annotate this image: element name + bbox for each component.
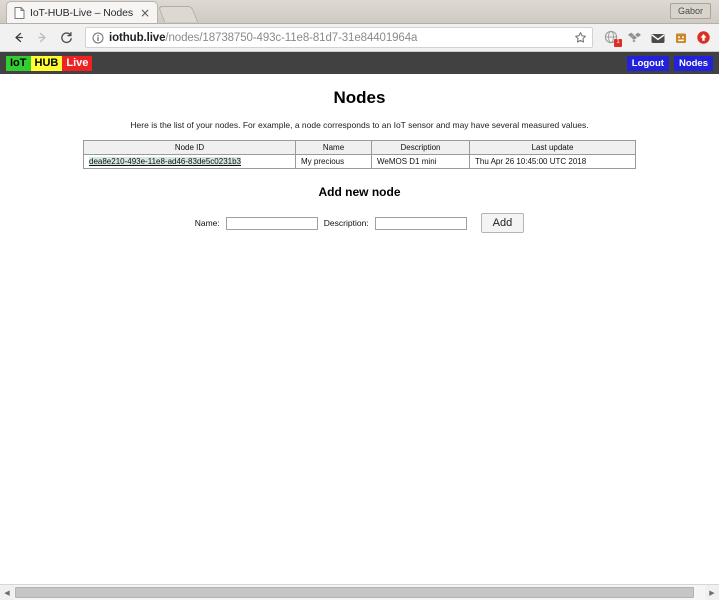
table-header-row: Node ID Name Description Last update (83, 140, 636, 155)
description-input[interactable] (374, 216, 467, 230)
bookmark-star-icon[interactable] (574, 31, 587, 44)
cell-description: WeMOS D1 mini (371, 154, 470, 169)
update-extension-icon[interactable] (695, 29, 712, 46)
url-text: iothub.live/nodes/18738750-493c-11e8-81d… (109, 32, 569, 44)
scrollbar-thumb[interactable] (15, 587, 694, 598)
reload-button[interactable] (55, 27, 77, 49)
page-viewport: IoT HUB Live Logout Nodes Nodes Here is … (0, 52, 719, 584)
back-button[interactable] (7, 27, 29, 49)
logout-link[interactable]: Logout (626, 55, 669, 71)
logo-part-live: Live (62, 55, 93, 71)
description-label: Description: (323, 218, 369, 228)
profile-label: Gabor (677, 6, 703, 16)
column-header-name: Name (295, 140, 372, 155)
mail-extension-icon[interactable] (649, 29, 666, 46)
site-logo[interactable]: IoT HUB Live (6, 55, 93, 71)
logo-part-iot: IoT (6, 55, 31, 71)
address-bar[interactable]: iothub.live/nodes/18738750-493c-11e8-81d… (85, 27, 593, 48)
table-header: Node ID Name Description Last update (83, 140, 636, 155)
column-header-last-update: Last update (469, 140, 636, 155)
page-content: Nodes Here is the list of your nodes. Fo… (0, 88, 719, 233)
add-node-title: Add new node (318, 185, 401, 199)
tab-strip: IoT-HUB-Live – Nodes × Gabor (0, 0, 719, 24)
globe-extension-icon[interactable]: 1 (603, 29, 622, 47)
extension-icons: 1 (599, 29, 712, 47)
column-header-node-id: Node ID (83, 140, 296, 155)
name-label: Name: (194, 218, 220, 228)
table-body: dea8e210-493e-11e8-ad46-83de5c0231b3 My … (83, 154, 636, 169)
dropbox-extension-icon[interactable] (626, 29, 643, 46)
close-icon[interactable]: × (138, 7, 152, 19)
table-row: dea8e210-493e-11e8-ad46-83de5c0231b3 My … (83, 154, 636, 169)
browser-tab[interactable]: IoT-HUB-Live – Nodes × (6, 1, 159, 23)
url-path: /nodes/18738750-493c-11e8-81d7-31e844019… (165, 31, 418, 44)
tab-title: IoT-HUB-Live – Nodes (30, 6, 134, 19)
scrollbar-track[interactable] (14, 585, 705, 600)
url-host: iothub.live (109, 31, 166, 44)
page-description: Here is the list of your nodes. For exam… (130, 120, 589, 130)
cell-last-update: Thu Apr 26 10:45:00 UTC 2018 (469, 154, 636, 169)
column-header-description: Description (371, 140, 470, 155)
cell-name: My precious (295, 154, 372, 169)
logo-part-hub: HUB (30, 55, 63, 71)
extension-badge: 1 (614, 39, 622, 47)
page-icon (14, 6, 25, 19)
horizontal-scrollbar[interactable]: ◀ ▶ (0, 584, 719, 600)
page-info-icon[interactable] (92, 32, 104, 44)
nodes-link[interactable]: Nodes (673, 55, 713, 71)
scroll-right-arrow-icon[interactable]: ▶ (705, 585, 719, 600)
forward-button[interactable] (31, 27, 53, 49)
new-tab-icon[interactable] (157, 6, 199, 22)
node-id-link[interactable]: dea8e210-493e-11e8-ad46-83de5c0231b3 (89, 157, 241, 166)
page-title: Nodes (333, 88, 386, 107)
profile-button[interactable]: Gabor (669, 3, 711, 19)
scroll-left-arrow-icon[interactable]: ◀ (0, 585, 14, 600)
name-input[interactable] (225, 216, 318, 230)
browser-toolbar: iothub.live/nodes/18738750-493c-11e8-81d… (0, 24, 719, 52)
add-button[interactable]: Add (480, 213, 525, 233)
site-nav-links: Logout Nodes (626, 55, 713, 71)
cell-node-id: dea8e210-493e-11e8-ad46-83de5c0231b3 (83, 154, 296, 169)
nodes-table: Node ID Name Description Last update dea… (83, 140, 636, 169)
nodes-table-container: Node ID Name Description Last update dea… (0, 140, 719, 169)
browser-window: IoT-HUB-Live – Nodes × Gabor iothub.live… (0, 0, 719, 600)
lastpass-extension-icon[interactable] (672, 29, 689, 46)
site-navbar: IoT HUB Live Logout Nodes (0, 52, 719, 74)
add-node-form: Name: Description: Add (0, 213, 719, 233)
